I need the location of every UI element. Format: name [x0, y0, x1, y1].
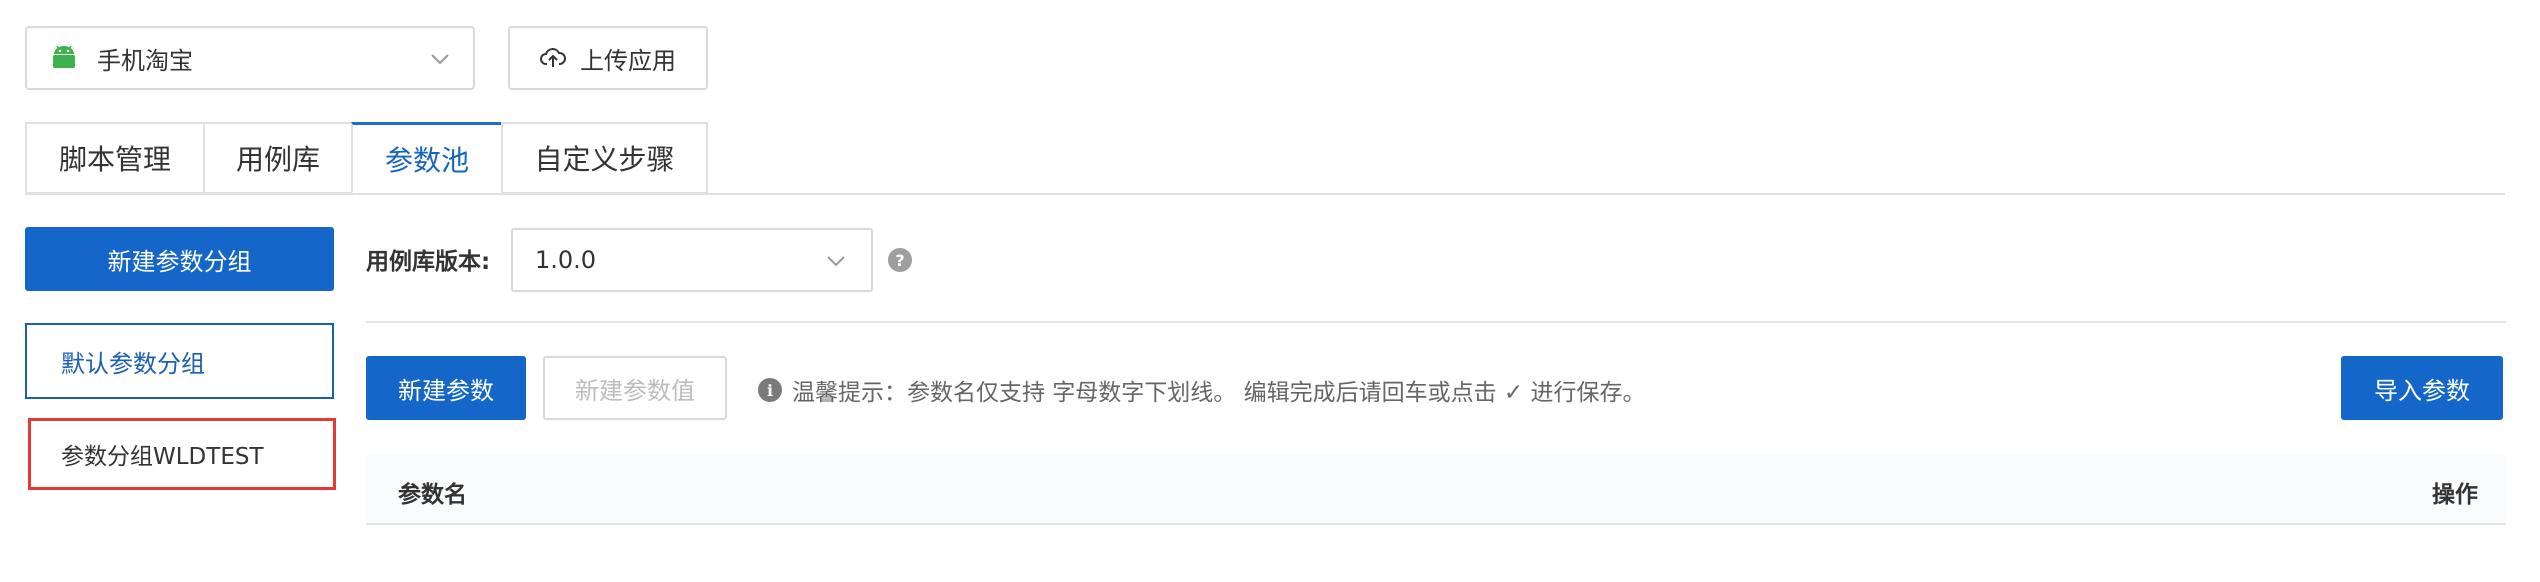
- column-parameter-name: 参数名: [398, 482, 467, 508]
- tabs-divider: [25, 193, 2505, 195]
- tab-script-management[interactable]: 脚本管理: [25, 122, 203, 194]
- column-actions: 操作: [2432, 482, 2478, 508]
- upload-app-label: 上传应用: [580, 46, 676, 75]
- case-library-version-label: 用例库版本:: [366, 249, 491, 275]
- parameter-group-default[interactable]: 默认参数分组: [25, 323, 334, 399]
- new-parameter-value-button[interactable]: 新建参数值: [543, 356, 727, 420]
- tab-custom-steps[interactable]: 自定义步骤: [501, 122, 708, 194]
- chevron-down-icon: [431, 54, 449, 65]
- case-library-version-select[interactable]: 1.0.0: [511, 228, 873, 292]
- tab-parameter-pool[interactable]: 参数池: [351, 122, 501, 194]
- help-icon[interactable]: ?: [888, 248, 912, 272]
- upload-app-button[interactable]: 上传应用: [508, 26, 708, 90]
- info-icon: i: [758, 378, 782, 402]
- cloud-upload-icon: [540, 48, 566, 67]
- new-parameter-button[interactable]: 新建参数: [366, 356, 526, 420]
- parameter-table-header: 参数名 操作: [366, 455, 2506, 525]
- tip-text: 温馨提示：参数名仅支持 字母数字下划线。 编辑完成后请回车或点击 ✓ 进行保存。: [792, 380, 1646, 406]
- section-divider: [366, 321, 2506, 323]
- version-value: 1.0.0: [535, 246, 597, 274]
- tip-message: i 温馨提示：参数名仅支持 字母数字下划线。 编辑完成后请回车或点击 ✓ 进行保…: [758, 373, 1646, 407]
- tab-bar: 脚本管理 用例库 参数池 自定义步骤: [25, 122, 708, 194]
- app-selector[interactable]: 手机淘宝: [25, 26, 475, 90]
- parameter-group-wldtest[interactable]: 参数分组WLDTEST: [28, 418, 336, 490]
- tab-case-library[interactable]: 用例库: [203, 122, 351, 194]
- new-parameter-group-button[interactable]: 新建参数分组: [25, 227, 334, 291]
- import-parameters-button[interactable]: 导入参数: [2341, 356, 2503, 420]
- android-icon: [53, 45, 75, 68]
- app-selector-value: 手机淘宝: [97, 46, 193, 75]
- chevron-down-icon: [827, 256, 845, 267]
